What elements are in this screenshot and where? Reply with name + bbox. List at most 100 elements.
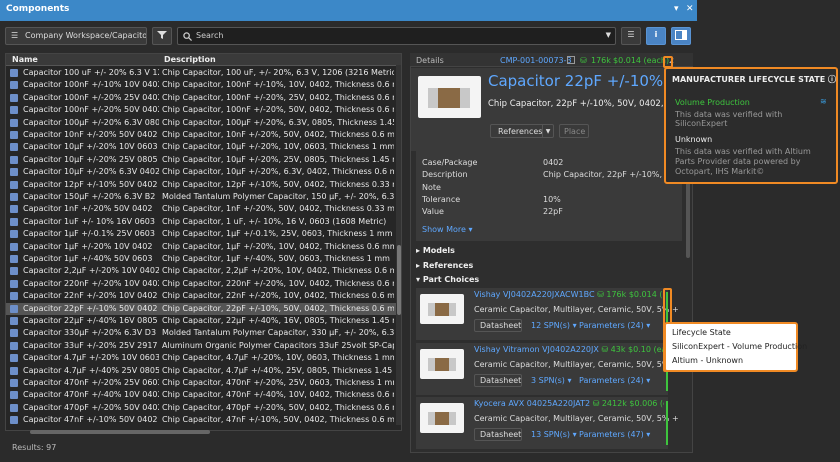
stock-icon: ⛁ (597, 290, 604, 299)
parameters-dropdown[interactable]: Parameters (24) ▾ (579, 376, 650, 385)
stock-icon: ⛁ (592, 399, 600, 408)
references-button[interactable]: References ▼ (490, 124, 554, 138)
table-row[interactable]: Capacitor 2,2µF +/-20% 10V 0402 Chip Capa… (6, 265, 396, 277)
lifecycle-status-bar[interactable] (666, 401, 668, 445)
part-choice-title[interactable]: Vishay VJ0402A220JXACW1BC ⛁ 176k $0.014 … (474, 290, 664, 299)
pin-icon[interactable]: ▾ (674, 4, 679, 14)
table-row[interactable]: Capacitor 100 uF +/- 20% 6.3 V 1206 Chip … (6, 67, 396, 79)
part-choice-title-text: Vishay VJ0402A220JXACW1BC (474, 290, 595, 299)
part-choice-title[interactable]: Kyocera AVX 04025A220JAT2 ⛁ 2412k $0.006… (474, 399, 664, 408)
parameters-dropdown[interactable]: Parameters (47) ▾ (579, 430, 650, 439)
table-row[interactable]: Capacitor 470nF +/-40% 10V 0402 Chip Capa… (6, 389, 396, 401)
info-button[interactable]: i (646, 27, 666, 45)
table-row[interactable]: Capacitor 100nF +/-10% 10V 0402 Chip Capa… (6, 79, 396, 91)
table-row[interactable]: Capacitor 1uF +/- 10% 16V 0603 Chip Capac… (6, 216, 396, 228)
component-icon (10, 93, 18, 102)
property-name: Tolerance (422, 194, 461, 204)
parameters-dropdown[interactable]: Parameters (24) ▾ (579, 321, 650, 330)
table-row[interactable]: Capacitor 47nF +/-10% 50V 0402 Chip Capac… (6, 414, 396, 426)
place-button[interactable]: Place (559, 124, 589, 138)
section-part-choices[interactable]: ▾ Part Choices (416, 275, 479, 284)
table-row[interactable]: Capacitor 12pF +/-10% 50V 0402 Chip Capac… (6, 179, 396, 191)
search-icon (183, 32, 192, 41)
filter-button[interactable] (152, 27, 172, 45)
datasheet-button[interactable]: Datasheet (474, 319, 522, 332)
component-icon (10, 279, 18, 288)
table-row[interactable]: Capacitor 150µF +/-20% 6.3V B2 Molded Tan… (6, 191, 396, 203)
table-row[interactable]: Capacitor 22pF +/-10% 50V 0402 Chip Capac… (6, 302, 396, 315)
property-value: Chip Capacitor, 22pF +/-10%, 50V, (543, 170, 683, 180)
table-row[interactable]: Capacitor 470pF +/-20% 50V 0402 Chip Capa… (6, 402, 396, 414)
workspace-selector-button[interactable]: ☰ Company Workspace/Capacitors (5, 27, 147, 45)
datasheet-button[interactable]: Datasheet (474, 373, 522, 387)
section-models[interactable]: ▸ Models (416, 246, 455, 255)
info-icon: ⓘ (827, 75, 836, 84)
table-row[interactable]: Capacitor 100µF +/-20% 6.3V 0805 Chip Cap… (6, 117, 396, 129)
component-icon (10, 217, 18, 226)
row-name: Capacitor 2,2µF +/-20% 10V 0402 (23, 266, 159, 276)
row-description: Chip Capacitor, 470pF +/-20%, 50V, 0402,… (162, 402, 394, 412)
table-row[interactable]: Capacitor 1µF +/-0.1% 25V 0603 Chip Capac… (6, 228, 396, 240)
spn-dropdown[interactable]: 13 SPN(s) ▾ (531, 430, 577, 439)
part-choice-image (420, 403, 464, 433)
price: $0.014 (each) (613, 56, 670, 65)
column-name[interactable]: Name (12, 55, 38, 64)
list-horizontal-scrollbar[interactable] (30, 430, 210, 434)
table-row[interactable]: Capacitor 4.7µF +/-20% 10V 0603 Chip Capa… (6, 352, 396, 364)
panel-title-bar: Components ▾ ✕ (0, 0, 697, 21)
search-input[interactable]: Search ▼ (177, 27, 616, 45)
table-row[interactable]: Capacitor 1µF +/-40% 50V 0603 Chip Capaci… (6, 253, 396, 265)
table-row[interactable]: Capacitor 10µF +/-20% 10V 0603 Chip Capac… (6, 141, 396, 153)
table-row[interactable]: Capacitor 33uF +/-20% 25V 2917 Aluminum O… (6, 340, 396, 352)
part-choice-card[interactable]: Vishay VJ0402A220JXACW1BC ⛁ 176k $0.014 … (416, 288, 679, 340)
component-icon (10, 193, 18, 201)
menu-item[interactable]: Lifecycle State (672, 328, 731, 337)
view-menu-button[interactable]: ☰ (621, 27, 641, 45)
column-description[interactable]: Description (164, 55, 216, 64)
table-row[interactable]: Capacitor 10µF +/-20% 25V 0805 Chip Capac… (6, 154, 396, 166)
details-panel-toggle[interactable] (671, 27, 691, 45)
menu-item[interactable]: SiliconExpert - Volume Production (672, 342, 807, 351)
datasheet-button[interactable]: Datasheet (474, 428, 522, 441)
row-name: Capacitor 100nF +/-20% 25V 0402 (23, 92, 159, 102)
part-choice-card[interactable]: Vishay Vitramon VJ0402A220JX ⛁ 43k $0.10… (416, 342, 679, 395)
table-row[interactable]: Capacitor 22nF +/-20% 10V 0402 Chip Capac… (6, 290, 396, 302)
table-row[interactable]: Capacitor 4.7µF +/-40% 25V 0805 Chip Capa… (6, 365, 396, 377)
row-description: Chip Capacitor, 4.7µF +/-20%, 10V, 0603,… (162, 353, 394, 363)
table-row[interactable]: Capacitor 1nF +/-20% 50V 0402 Chip Capaci… (6, 203, 396, 215)
chevron-down-icon[interactable]: ▼ (542, 125, 553, 137)
table-row[interactable]: Capacitor 100nF +/-20% 50V 0402 Chip Capa… (6, 104, 396, 116)
stock-count: 176k (606, 290, 627, 299)
checkbox[interactable] (567, 56, 575, 64)
table-row[interactable]: Capacitor 1µF +/-20% 10V 0402 Chip Capaci… (6, 241, 396, 253)
part-number-link[interactable]: CMP-001-00073-3 (500, 56, 572, 65)
row-name: Capacitor 470nF +/-20% 25V 0603 (23, 378, 159, 387)
row-name: Capacitor 1nF +/-20% 50V 0402 (23, 204, 153, 214)
lifecycle-state-2-text: This data was verified with Altium Parts… (675, 147, 811, 176)
row-description: Chip Capacitor, 1µF +/-20%, 10V, 0402, T… (162, 241, 394, 251)
section-references[interactable]: ▸ References (416, 261, 473, 270)
close-icon[interactable]: ✕ (686, 4, 694, 14)
menu-item[interactable]: Altium - Unknown (672, 356, 743, 365)
section-models-label: Models (422, 246, 455, 255)
part-choice-title[interactable]: Vishay Vitramon VJ0402A220JX ⛁ 43k $0.10… (474, 345, 664, 354)
chevron-down-icon[interactable]: ▼ (606, 31, 611, 39)
details-label: Details (416, 56, 444, 65)
table-row[interactable]: Capacitor 100nF +/-20% 25V 0402 Chip Capa… (6, 92, 396, 104)
table-row[interactable]: Capacitor 220nF +/-20% 10V 0402 Chip Capa… (6, 278, 396, 290)
row-description: Chip Capacitor, 4.7µF +/-40%, 25V, 0805,… (162, 365, 394, 375)
spn-dropdown[interactable]: 3 SPN(s) ▾ (531, 376, 572, 385)
table-row[interactable]: Capacitor 10nF +/-20% 50V 0402 Chip Capac… (6, 129, 396, 141)
section-part-choices-label: Part Choices (422, 275, 480, 284)
show-more-link[interactable]: Show More ▾ (422, 225, 473, 234)
price: $0.014 (each) (628, 290, 664, 299)
table-row[interactable]: Capacitor 22µF +/-40% 16V 0805 Chip Capac… (6, 315, 396, 327)
stock-count: 43k (610, 344, 626, 354)
part-choice-card[interactable]: Kyocera AVX 04025A220JAT2 ⛁ 2412k $0.006… (416, 397, 679, 449)
part-choice-description: Ceramic Capacitor, Multilayer, Ceramic, … (474, 359, 679, 369)
spn-dropdown[interactable]: 12 SPN(s) ▾ (531, 321, 577, 330)
list-scrollbar-thumb[interactable] (397, 245, 401, 315)
table-row[interactable]: Capacitor 330µF +/-20% 6.3V D3 Molded Tan… (6, 327, 396, 339)
table-row[interactable]: Capacitor 10µF +/-20% 6.3V 0402 Chip Capa… (6, 166, 396, 178)
table-row[interactable]: Capacitor 470nF +/-20% 25V 0603 Chip Capa… (6, 377, 396, 389)
